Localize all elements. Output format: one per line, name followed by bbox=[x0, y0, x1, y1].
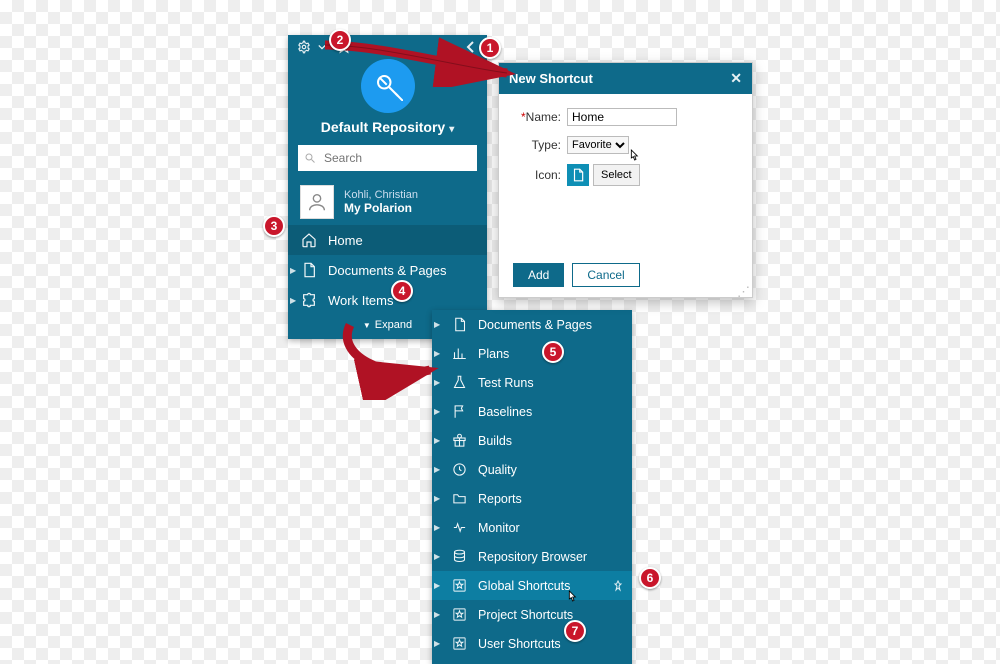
chevron-right-icon: ▶ bbox=[434, 552, 440, 561]
nav-home-label: Home bbox=[328, 233, 363, 248]
chevron-right-icon: ▶ bbox=[434, 639, 440, 648]
icon-label: Icon: bbox=[517, 168, 561, 182]
type-select[interactable]: Favorite bbox=[567, 136, 629, 154]
nav-documents[interactable]: ▶ Documents & Pages bbox=[288, 255, 487, 285]
add-button[interactable]: Add bbox=[513, 263, 564, 287]
dialog-titlebar: New Shortcut ✕ bbox=[499, 63, 752, 94]
puzzle-icon bbox=[300, 292, 318, 308]
new-shortcut-dialog: New Shortcut ✕ *Name: Type: Favorite Ico… bbox=[498, 62, 753, 298]
chevron-right-icon: ▶ bbox=[434, 436, 440, 445]
flag-icon bbox=[450, 404, 468, 419]
resize-grip-icon[interactable]: ⋰ bbox=[737, 289, 750, 295]
expanded-item-label: Global Shortcuts bbox=[478, 579, 570, 593]
expanded-item-monitor[interactable]: ▶ Monitor bbox=[432, 513, 632, 542]
cursor-pointer-icon bbox=[626, 147, 642, 165]
annotation-arrow-2 bbox=[330, 320, 460, 400]
stack-icon bbox=[450, 549, 468, 564]
annotation-badge-6: 6 bbox=[639, 567, 661, 589]
chevron-right-icon: ▶ bbox=[290, 266, 296, 275]
name-input[interactable] bbox=[567, 108, 677, 126]
chevron-right-icon: ▶ bbox=[434, 465, 440, 474]
expanded-item-reports[interactable]: ▶ Reports bbox=[432, 484, 632, 513]
folder-icon bbox=[450, 491, 468, 506]
field-icon: Icon: Select bbox=[517, 164, 738, 186]
chevron-right-icon: ▶ bbox=[434, 407, 440, 416]
user-scope: My Polarion bbox=[344, 201, 418, 215]
expanded-item-label: User Shortcuts bbox=[478, 637, 561, 651]
nav-documents-label: Documents & Pages bbox=[328, 263, 447, 278]
search-input[interactable] bbox=[298, 145, 477, 171]
name-label-text: Name: bbox=[526, 110, 561, 124]
nav-work-items-label: Work Items bbox=[328, 293, 394, 308]
expanded-item-label: Test Runs bbox=[478, 376, 534, 390]
caret-down-icon: ▾ bbox=[449, 124, 454, 135]
expanded-menu: ▶Documents & Pages▶Plans▶Test Runs▶Basel… bbox=[432, 310, 632, 664]
expanded-item-label: Builds bbox=[478, 434, 512, 448]
icon-preview bbox=[567, 164, 589, 186]
doc-icon bbox=[300, 262, 318, 278]
star-box-icon bbox=[450, 636, 468, 651]
type-label: Type: bbox=[517, 138, 561, 152]
dialog-footer: Add Cancel bbox=[513, 263, 640, 287]
gift-icon bbox=[450, 433, 468, 448]
search-container bbox=[288, 137, 487, 179]
expanded-item-label: Documents & Pages bbox=[478, 318, 592, 332]
close-icon[interactable]: ✕ bbox=[730, 70, 742, 87]
user-avatar-icon bbox=[300, 185, 334, 219]
chevron-right-icon: ▶ bbox=[434, 610, 440, 619]
user-block[interactable]: Kohli, Christian My Polarion bbox=[288, 179, 487, 225]
pin-icon[interactable] bbox=[612, 580, 624, 592]
annotation-badge-7: 7 bbox=[564, 620, 586, 642]
nav-home[interactable]: Home bbox=[288, 225, 487, 255]
chevron-right-icon: ▶ bbox=[434, 494, 440, 503]
user-name: Kohli, Christian bbox=[344, 189, 418, 201]
expanded-item-documents-pages[interactable]: ▶Documents & Pages bbox=[432, 310, 632, 339]
dialog-body: *Name: Type: Favorite Icon: Select bbox=[499, 94, 752, 246]
expanded-item-user-shortcuts[interactable]: ▶ User Shortcuts bbox=[432, 629, 632, 658]
chevron-right-icon: ▶ bbox=[290, 296, 296, 305]
expanded-item-label: Baselines bbox=[478, 405, 532, 419]
star-box-icon bbox=[450, 578, 468, 593]
annotation-badge-1: 1 bbox=[479, 37, 501, 59]
expanded-item-baselines[interactable]: ▶ Baselines bbox=[432, 397, 632, 426]
expanded-item-label: Monitor bbox=[478, 521, 520, 535]
expanded-item-label: Plans bbox=[478, 347, 509, 361]
expanded-item-label: Repository Browser bbox=[478, 550, 587, 564]
field-type: Type: Favorite bbox=[517, 136, 738, 154]
annotation-badge-3: 3 bbox=[263, 215, 285, 237]
expanded-item-label: Project Shortcuts bbox=[478, 608, 573, 622]
annotation-badge-2: 2 bbox=[329, 29, 351, 51]
field-name: *Name: bbox=[517, 108, 738, 126]
star-box-icon bbox=[450, 607, 468, 622]
annotation-badge-5: 5 bbox=[542, 341, 564, 363]
expanded-item-project-shortcuts[interactable]: ▶ Project Shortcuts bbox=[432, 600, 632, 629]
repository-title-text: Default Repository bbox=[321, 119, 445, 135]
pulse-icon bbox=[450, 520, 468, 535]
expanded-item-builds[interactable]: ▶ Builds bbox=[432, 426, 632, 455]
annotation-badge-4: 4 bbox=[391, 280, 413, 302]
expanded-item-plans[interactable]: ▶Plans bbox=[432, 339, 632, 368]
repository-title[interactable]: Default Repository ▾ bbox=[288, 119, 487, 137]
cursor-pointer-icon bbox=[564, 588, 580, 606]
search-icon bbox=[304, 152, 316, 164]
chevron-right-icon: ▶ bbox=[434, 581, 440, 590]
expanded-item-label: Reports bbox=[478, 492, 522, 506]
icon-select-button[interactable]: Select bbox=[593, 164, 640, 186]
dialog-title: New Shortcut bbox=[509, 71, 593, 86]
name-label: *Name: bbox=[517, 110, 561, 124]
chevron-right-icon: ▶ bbox=[434, 523, 440, 532]
home-icon bbox=[300, 232, 318, 248]
expanded-item-global-shortcuts[interactable]: ▶ Global Shortcuts bbox=[432, 571, 632, 600]
expanded-item-quality[interactable]: ▶ Quality bbox=[432, 455, 632, 484]
clock-icon bbox=[450, 462, 468, 477]
cancel-button[interactable]: Cancel bbox=[572, 263, 639, 287]
expanded-item-repository-browser[interactable]: ▶ Repository Browser bbox=[432, 542, 632, 571]
expanded-item-test-runs[interactable]: ▶Test Runs bbox=[432, 368, 632, 397]
expanded-item-label: Quality bbox=[478, 463, 517, 477]
gear-icon[interactable] bbox=[296, 39, 312, 55]
